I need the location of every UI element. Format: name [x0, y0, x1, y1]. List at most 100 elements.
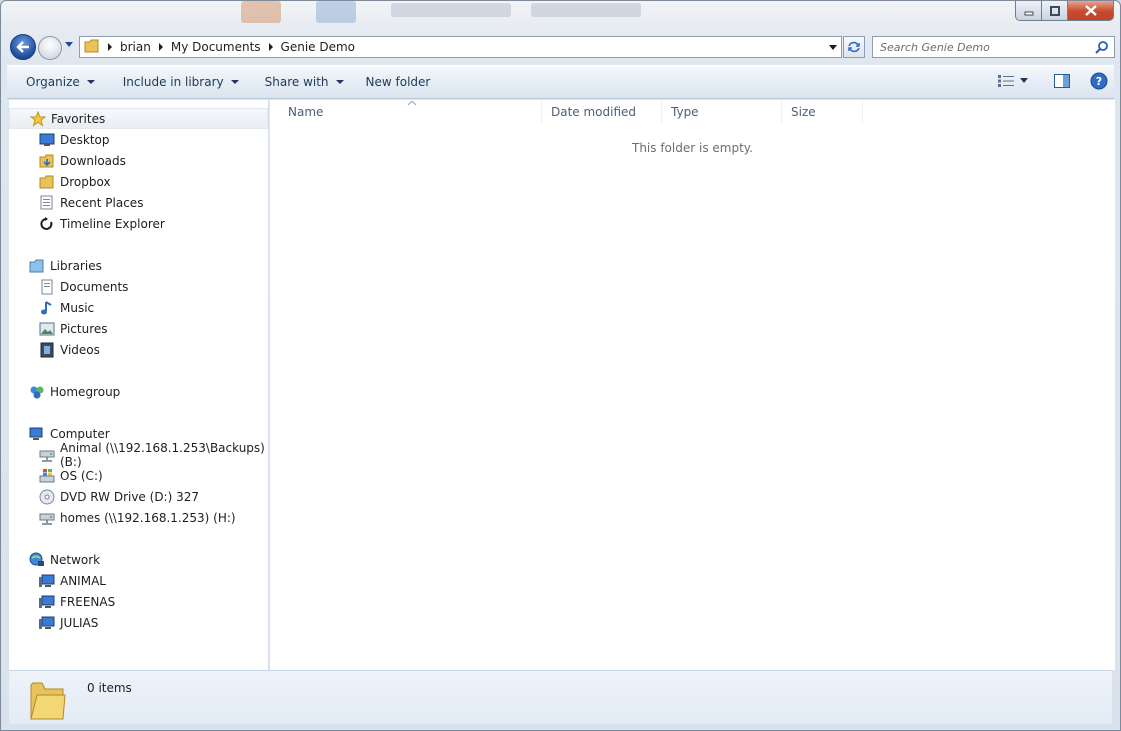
- breadcrumb-separator-icon[interactable]: [158, 43, 163, 51]
- nav-item-label: Documents: [60, 279, 129, 294]
- window-controls: [1015, 1, 1114, 21]
- windows-drive-icon: [39, 468, 55, 484]
- nav-libraries[interactable]: Libraries: [9, 255, 268, 276]
- folder-icon: [84, 39, 100, 56]
- back-button[interactable]: [10, 34, 36, 60]
- share-with-button[interactable]: Share with: [256, 70, 353, 94]
- nav-homegroup[interactable]: Homegroup: [9, 381, 268, 402]
- share-with-label: Share with: [264, 75, 329, 89]
- nav-item-label: Animal (\\192.168.1.253\Backups) (B:): [60, 440, 265, 469]
- new-folder-label: New folder: [365, 75, 431, 89]
- nav-item-label: FREENAS: [60, 594, 116, 609]
- preview-pane-icon[interactable]: [1054, 74, 1070, 88]
- network-drive-icon: [39, 447, 55, 463]
- item-count: 0 items: [87, 681, 132, 695]
- network-icon: [29, 552, 45, 568]
- network-computer-icon: [39, 615, 55, 631]
- minimize-icon: [1024, 11, 1033, 15]
- nav-item-videos[interactable]: Videos: [9, 339, 268, 360]
- back-arrow-icon: [16, 41, 29, 53]
- column-header-name[interactable]: Name: [270, 100, 542, 124]
- nav-item-label: Pictures: [60, 321, 108, 336]
- new-folder-button[interactable]: New folder: [357, 70, 440, 94]
- svg-text:?: ?: [1096, 75, 1102, 88]
- column-header-date-modified[interactable]: Date modified: [542, 100, 662, 124]
- help-icon[interactable]: ?: [1090, 72, 1108, 90]
- breadcrumb-separator-icon[interactable]: [108, 43, 112, 51]
- nav-item-label: OS (C:): [60, 468, 103, 483]
- breadcrumb-genie-demo[interactable]: Genie Demo: [281, 40, 355, 54]
- nav-item-downloads[interactable]: Downloads: [9, 150, 268, 171]
- nav-homegroup-label: Homegroup: [50, 384, 121, 399]
- nav-item-documents[interactable]: Documents: [9, 276, 268, 297]
- include-in-library-label: Include in library: [122, 75, 224, 89]
- nav-item-label: JULIAS: [60, 615, 99, 630]
- column-header-name-label: Name: [288, 105, 324, 119]
- nav-item-label: Downloads: [60, 153, 126, 168]
- include-in-library-button[interactable]: Include in library: [114, 70, 248, 94]
- chevron-down-icon: [230, 80, 239, 84]
- network-computer-icon: [39, 594, 55, 610]
- chevron-down-icon: [1020, 78, 1028, 83]
- nav-item-pictures[interactable]: Pictures: [9, 318, 268, 339]
- change-view-button[interactable]: [998, 75, 1028, 87]
- column-header-size[interactable]: Size: [782, 100, 863, 124]
- address-bar[interactable]: brian My Documents Genie Demo: [79, 36, 842, 58]
- minimize-button[interactable]: [1015, 1, 1042, 21]
- recent-pages-dropdown-icon[interactable]: [65, 42, 73, 48]
- breadcrumb-separator-icon[interactable]: [268, 43, 273, 51]
- nav-item-dvd-drive[interactable]: DVD RW Drive (D:) 327: [9, 486, 268, 507]
- nav-item-desktop[interactable]: Desktop: [9, 129, 268, 150]
- chevron-down-icon: [335, 80, 344, 84]
- search-box[interactable]: [872, 36, 1115, 58]
- music-icon: [39, 300, 55, 316]
- nav-item-dropbox[interactable]: Dropbox: [9, 171, 268, 192]
- nav-item-timeline-explorer[interactable]: Timeline Explorer: [9, 213, 268, 234]
- network-computer-icon: [39, 573, 55, 589]
- nav-item-animal-drive[interactable]: Animal (\\192.168.1.253\Backups) (B:): [9, 441, 268, 469]
- nav-item-label: Recent Places: [60, 195, 144, 210]
- nav-item-animal[interactable]: ANIMAL: [9, 570, 268, 591]
- close-button[interactable]: [1068, 1, 1114, 21]
- nav-item-label: Desktop: [60, 132, 110, 147]
- navigation-pane: Favorites Desktop Downloads Dropbox Rece…: [9, 100, 269, 670]
- nav-favorites[interactable]: Favorites: [9, 108, 268, 129]
- file-list-pane[interactable]: Name Date modified Type Size This folder…: [270, 100, 1115, 670]
- nav-item-recent-places[interactable]: Recent Places: [9, 192, 268, 213]
- nav-network-label: Network: [50, 552, 101, 567]
- address-dropdown-icon[interactable]: [829, 45, 837, 51]
- desktop-icon: [39, 132, 55, 148]
- pictures-icon: [39, 321, 55, 337]
- title-bar-background: [231, 1, 661, 31]
- nav-item-freenas[interactable]: FREENAS: [9, 591, 268, 612]
- folder-icon: [39, 174, 55, 190]
- nav-item-label: ANIMAL: [60, 573, 106, 588]
- nav-item-label: homes (\\192.168.1.253) (H:): [60, 510, 236, 525]
- explorer-window: brian My Documents Genie Demo Organize I…: [0, 0, 1121, 731]
- timeline-icon: [39, 216, 55, 232]
- nav-item-label: Music: [60, 300, 95, 315]
- videos-icon: [39, 342, 55, 358]
- command-bar: Organize Include in library Share with N…: [7, 65, 1114, 99]
- refresh-button[interactable]: [843, 36, 865, 58]
- star-icon: [30, 110, 46, 127]
- nav-item-label: Dropbox: [60, 174, 111, 189]
- column-header-type[interactable]: Type: [662, 100, 782, 124]
- nav-network[interactable]: Network: [9, 549, 268, 570]
- nav-item-julias[interactable]: JULIAS: [9, 612, 268, 633]
- homegroup-icon: [29, 384, 45, 400]
- breadcrumb-my-documents[interactable]: My Documents: [171, 40, 261, 54]
- organize-button[interactable]: Organize: [17, 70, 104, 94]
- search-icon[interactable]: [1095, 40, 1109, 54]
- column-header-date-label: Date modified: [551, 105, 637, 119]
- breadcrumb-brian[interactable]: brian: [120, 40, 151, 54]
- maximize-button[interactable]: [1042, 1, 1068, 21]
- nav-item-homes-drive[interactable]: homes (\\192.168.1.253) (H:): [9, 507, 268, 528]
- nav-item-music[interactable]: Music: [9, 297, 268, 318]
- search-input[interactable]: [873, 37, 1083, 57]
- folder-icon: [30, 682, 66, 720]
- organize-label: Organize: [26, 75, 80, 89]
- forward-button[interactable]: [38, 36, 62, 60]
- empty-folder-message: This folder is empty.: [632, 141, 753, 155]
- libraries-icon: [29, 258, 45, 274]
